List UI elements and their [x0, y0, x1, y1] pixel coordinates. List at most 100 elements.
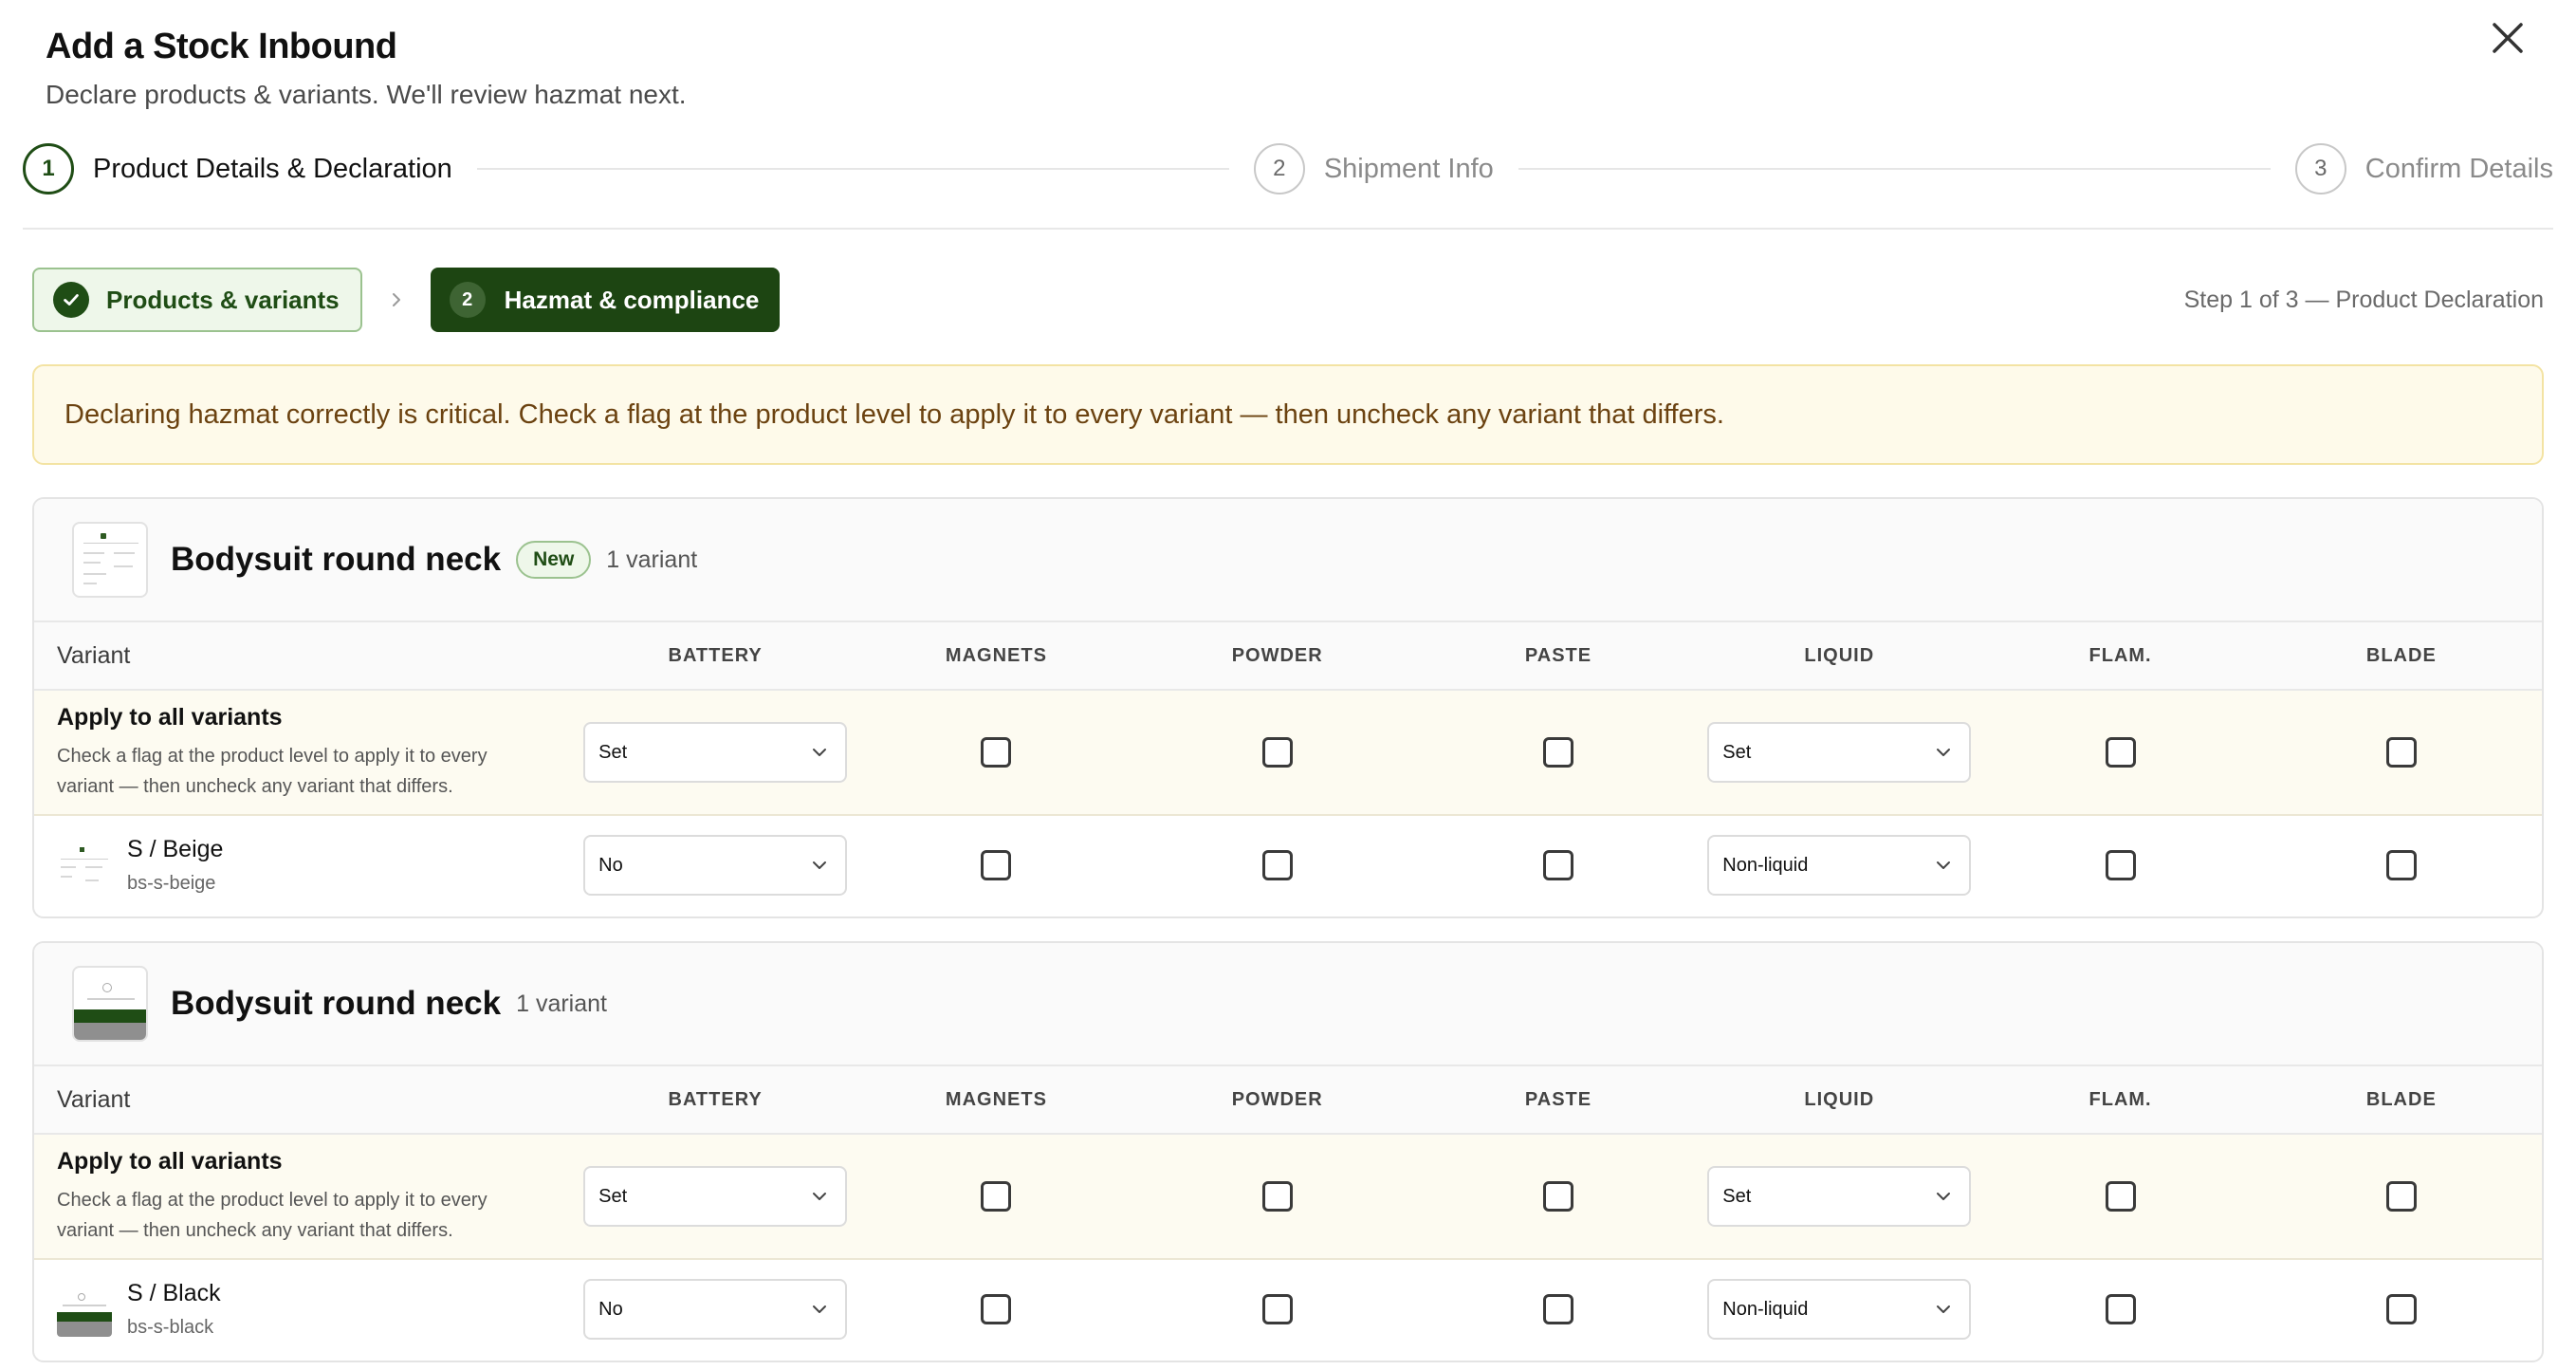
- magnets-checkbox[interactable]: [981, 850, 1012, 880]
- variant-thumbnail: [57, 838, 112, 893]
- chevron-down-icon: [813, 1193, 827, 1200]
- hazmat-column-headers: Variant BATTERY MAGNETS POWDER PASTE LIQ…: [34, 1066, 2542, 1135]
- step-number: 2: [1253, 143, 1305, 194]
- chevron-down-icon: [1937, 749, 1951, 756]
- apply-all-cell: Apply to all variants Check a flag at th…: [34, 1148, 575, 1246]
- paste-checkbox[interactable]: [1542, 737, 1573, 768]
- chevron-down-icon: [813, 749, 827, 756]
- chevron-down-icon: [1937, 1193, 1951, 1200]
- step-label: Product Details & Declaration: [93, 153, 452, 184]
- substep-label: Hazmat & compliance: [504, 285, 760, 314]
- column-header-paste: PASTE: [1524, 1088, 1592, 1110]
- step-connector: [1518, 168, 2271, 170]
- flammable-checkbox[interactable]: [2105, 850, 2136, 880]
- select-value: Set: [1722, 1185, 1752, 1207]
- blade-checkbox[interactable]: [2385, 1294, 2417, 1324]
- variant-row: S / Black bs-s-black No Non-liquid: [34, 1260, 2542, 1359]
- column-header-paste: PASTE: [1524, 644, 1592, 666]
- apply-all-description: Check a flag at the product level to app…: [57, 1189, 488, 1241]
- variant-cell: S / Black bs-s-black: [34, 1280, 575, 1339]
- substep-label: Products & variants: [106, 285, 340, 314]
- variant-count: 1 variant: [516, 990, 607, 1017]
- apply-all-description: Check a flag at the product level to app…: [57, 745, 488, 797]
- product-card: Bodysuit round neck 1 variant Variant BA…: [32, 941, 2544, 1362]
- select-value: Set: [598, 1185, 628, 1207]
- step-label: Shipment Info: [1323, 153, 1494, 184]
- flammable-checkbox[interactable]: [2105, 1181, 2136, 1212]
- chevron-down-icon: [1937, 1305, 1951, 1313]
- chevron-down-icon: [1937, 861, 1951, 869]
- battery-select[interactable]: No: [583, 835, 848, 896]
- column-header-liquid: LIQUID: [1804, 644, 1875, 666]
- powder-checkbox[interactable]: [1261, 737, 1293, 768]
- flammable-checkbox[interactable]: [2105, 737, 2136, 768]
- paste-checkbox[interactable]: [1542, 1181, 1573, 1212]
- battery-select[interactable]: No: [583, 1279, 848, 1340]
- flammable-checkbox[interactable]: [2105, 1294, 2136, 1324]
- column-header-flam: FLAM.: [2088, 644, 2152, 666]
- magnets-checkbox[interactable]: [981, 737, 1012, 768]
- column-header-variant: Variant: [57, 1085, 131, 1113]
- blade-checkbox[interactable]: [2385, 737, 2417, 768]
- wizard-step-2[interactable]: 2 Shipment Info: [1253, 143, 1494, 194]
- product-thumbnail: [72, 522, 148, 598]
- variant-sku: bs-s-black: [127, 1317, 214, 1338]
- powder-checkbox[interactable]: [1261, 1294, 1293, 1324]
- blade-checkbox[interactable]: [2385, 850, 2417, 880]
- liquid-select[interactable]: Non-liquid: [1707, 1279, 1972, 1340]
- select-value: Non-liquid: [1722, 854, 1809, 876]
- wizard-step-1[interactable]: 1 Product Details & Declaration: [23, 143, 452, 194]
- select-value: No: [598, 854, 623, 876]
- powder-checkbox[interactable]: [1261, 850, 1293, 880]
- close-button[interactable]: [2489, 19, 2527, 57]
- substep-hazmat-compliance[interactable]: 2 Hazmat & compliance: [430, 268, 781, 332]
- wizard-stepper: 1 Product Details & Declaration 2 Shipme…: [23, 142, 2553, 195]
- chevron-down-icon: [813, 861, 827, 869]
- variant-row: S / Beige bs-s-beige No Non-liquid: [34, 816, 2542, 915]
- product-card: Bodysuit round neck New 1 variant Varian…: [32, 497, 2544, 918]
- modal-subtitle: Declare products & variants. We'll revie…: [46, 80, 687, 109]
- column-header-battery: BATTERY: [668, 1088, 763, 1110]
- column-header-flam: FLAM.: [2088, 1088, 2152, 1110]
- chevron-down-icon: [813, 1305, 827, 1313]
- battery-select[interactable]: Set: [583, 722, 848, 783]
- substep-products-variants[interactable]: Products & variants: [32, 268, 362, 332]
- variant-name: S / Beige: [127, 836, 224, 862]
- magnets-checkbox[interactable]: [981, 1181, 1012, 1212]
- step-progress-note: Step 1 of 3 — Product Declaration: [2183, 286, 2544, 313]
- paste-checkbox[interactable]: [1542, 850, 1573, 880]
- alert-text: Declaring hazmat correctly is critical. …: [64, 398, 1724, 430]
- liquid-select[interactable]: Set: [1707, 722, 1972, 783]
- column-header-variant: Variant: [57, 641, 131, 669]
- paste-checkbox[interactable]: [1542, 1294, 1573, 1324]
- sub-stepper: Products & variants 2 Hazmat & complianc…: [32, 268, 2544, 332]
- apply-all-row: Apply to all variants Check a flag at th…: [34, 1135, 2542, 1260]
- blade-checkbox[interactable]: [2385, 1181, 2417, 1212]
- battery-select[interactable]: Set: [583, 1166, 848, 1227]
- select-value: No: [598, 1298, 623, 1320]
- new-badge: New: [516, 541, 592, 579]
- apply-all-title: Apply to all variants: [57, 1147, 283, 1175]
- check-circle-icon: [53, 282, 89, 318]
- divider: [23, 228, 2553, 230]
- column-header-powder: POWDER: [1231, 1088, 1323, 1110]
- liquid-select[interactable]: Non-liquid: [1707, 835, 1972, 896]
- liquid-select[interactable]: Set: [1707, 1166, 1972, 1227]
- powder-checkbox[interactable]: [1261, 1181, 1293, 1212]
- apply-all-title: Apply to all variants: [57, 703, 283, 731]
- modal-header: Add a Stock Inbound Declare products & v…: [23, 0, 2553, 114]
- step-connector: [476, 168, 1229, 170]
- select-value: Set: [1722, 741, 1752, 763]
- variant-name: S / Black: [127, 1280, 221, 1306]
- select-value: Set: [598, 741, 628, 763]
- magnets-checkbox[interactable]: [981, 1294, 1012, 1324]
- stock-inbound-modal: Add a Stock Inbound Declare products & v…: [0, 0, 2576, 1370]
- wizard-step-3[interactable]: 3 Confirm Details: [2294, 143, 2553, 194]
- chevron-right-icon: [392, 293, 400, 306]
- step-number: 3: [2294, 143, 2346, 194]
- hazmat-column-headers: Variant BATTERY MAGNETS POWDER PASTE LIQ…: [34, 622, 2542, 691]
- column-header-battery: BATTERY: [668, 644, 763, 666]
- column-header-blade: BLADE: [2365, 644, 2437, 666]
- apply-all-row: Apply to all variants Check a flag at th…: [34, 691, 2542, 816]
- variant-sku: bs-s-beige: [127, 873, 216, 894]
